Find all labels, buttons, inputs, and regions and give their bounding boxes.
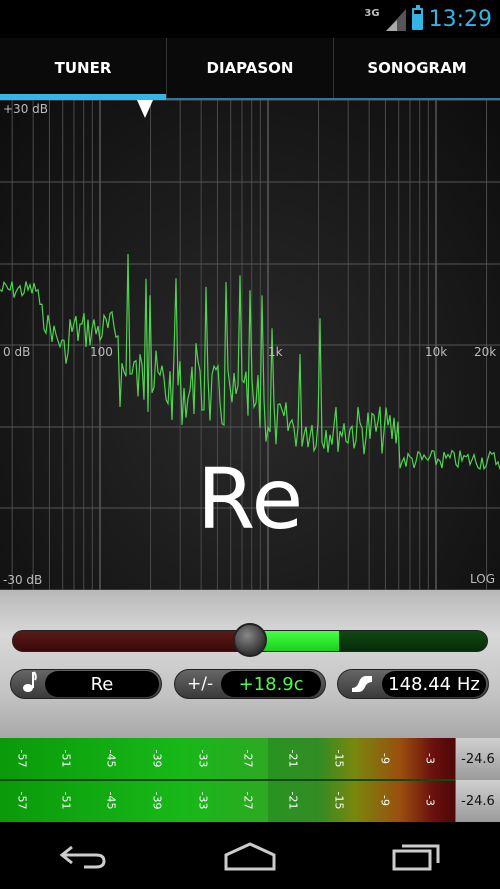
battery-icon <box>411 5 423 30</box>
tab-tuner-label: TUNER <box>54 59 112 77</box>
tab-bar: TUNER DIAPASON SONOGRAM <box>0 38 500 100</box>
level-tick-label: -57 <box>15 791 29 810</box>
level-tick-label: -9 <box>378 753 392 764</box>
waveform-icon <box>338 672 382 697</box>
offset-label: +/- <box>187 674 214 694</box>
level-tick-label: -45 <box>104 749 118 768</box>
recents-button[interactable] <box>377 831 457 881</box>
level-tick-label: -33 <box>196 791 210 810</box>
level-tick-label: -3 <box>423 753 437 764</box>
freq-label-20k: 20k <box>474 345 497 359</box>
freq-label-1k: 1k <box>268 345 283 359</box>
meter-flat-zone <box>13 631 249 651</box>
meter-knob[interactable] <box>233 623 267 657</box>
home-icon <box>224 841 276 870</box>
freq-label-100: 100 <box>90 345 113 359</box>
status-icons: 3G 13:29 <box>364 4 492 34</box>
level-tick-label: -39 <box>150 791 164 810</box>
network-type: 3G <box>364 7 380 19</box>
level-divider <box>0 779 455 781</box>
level-tick-label: -57 <box>15 749 29 768</box>
db-bottom-label: -30 dB <box>3 573 43 587</box>
level-tick-label: -45 <box>104 791 118 810</box>
frequency-value: 148.44 Hz <box>382 671 486 697</box>
db-mid-label: 0 dB <box>3 345 31 359</box>
freq-label-10k: 10k <box>425 345 448 359</box>
detected-note: Re <box>196 450 304 548</box>
level-tick-label: -15 <box>332 749 346 768</box>
peak-value-top: -24.6 <box>455 738 500 780</box>
level-tick-label: -21 <box>286 791 300 810</box>
level-tick-label: -33 <box>196 749 210 768</box>
spectrum-trace <box>0 253 500 471</box>
offset-readout: +/- +18.9c <box>174 669 326 699</box>
frequency-readout: 148.44 Hz <box>337 669 489 699</box>
tuner-panel: Re +/- +18.9c 148.44 Hz <box>0 590 500 738</box>
clock: 13:29 <box>428 6 492 32</box>
tab-diapason-label: DIAPASON <box>206 59 294 77</box>
tab-tuner[interactable]: TUNER <box>0 38 166 100</box>
level-tick-label: -3 <box>423 795 437 806</box>
back-icon <box>59 845 106 868</box>
level-tick-label: -51 <box>59 749 73 768</box>
tab-diapason[interactable]: DIAPASON <box>166 38 333 98</box>
status-bar: 3G 13:29 <box>0 0 500 38</box>
db-top-label: +30 dB <box>3 102 48 116</box>
tab-sonogram-label: SONOGRAM <box>367 59 467 77</box>
navigation-bar <box>0 822 500 889</box>
peak-value-bottom: -24.6 <box>455 780 500 822</box>
back-button[interactable] <box>43 831 123 881</box>
level-tick-label: -51 <box>59 791 73 810</box>
level-tick-label: -9 <box>378 795 392 806</box>
level-tick-label: -27 <box>241 791 255 810</box>
meter-deviation-bar <box>261 631 339 651</box>
level-tick-label: -39 <box>150 749 164 768</box>
tab-sonogram[interactable]: SONOGRAM <box>333 38 500 98</box>
note-value: Re <box>45 671 159 697</box>
level-tick-label: -27 <box>241 749 255 768</box>
music-note-icon <box>11 670 45 698</box>
signal-icon <box>385 9 406 31</box>
level-meter: -57 -51 -45 -39 -33 -27 -21 -15 -9 -3 -57 -51 -45 -3… <box>0 738 500 822</box>
level-tick-label: -21 <box>286 749 300 768</box>
spectrum-display[interactable]: +30 dB 0 dB -30 dB 100 1k 10k 20k LOG Re <box>0 100 500 590</box>
recents-icon <box>392 844 440 870</box>
home-button[interactable] <box>210 831 290 881</box>
level-tick-label: -15 <box>332 791 346 810</box>
offset-value: +18.9c <box>221 671 322 697</box>
note-readout: Re <box>10 669 162 699</box>
scale-label: LOG <box>470 572 496 586</box>
